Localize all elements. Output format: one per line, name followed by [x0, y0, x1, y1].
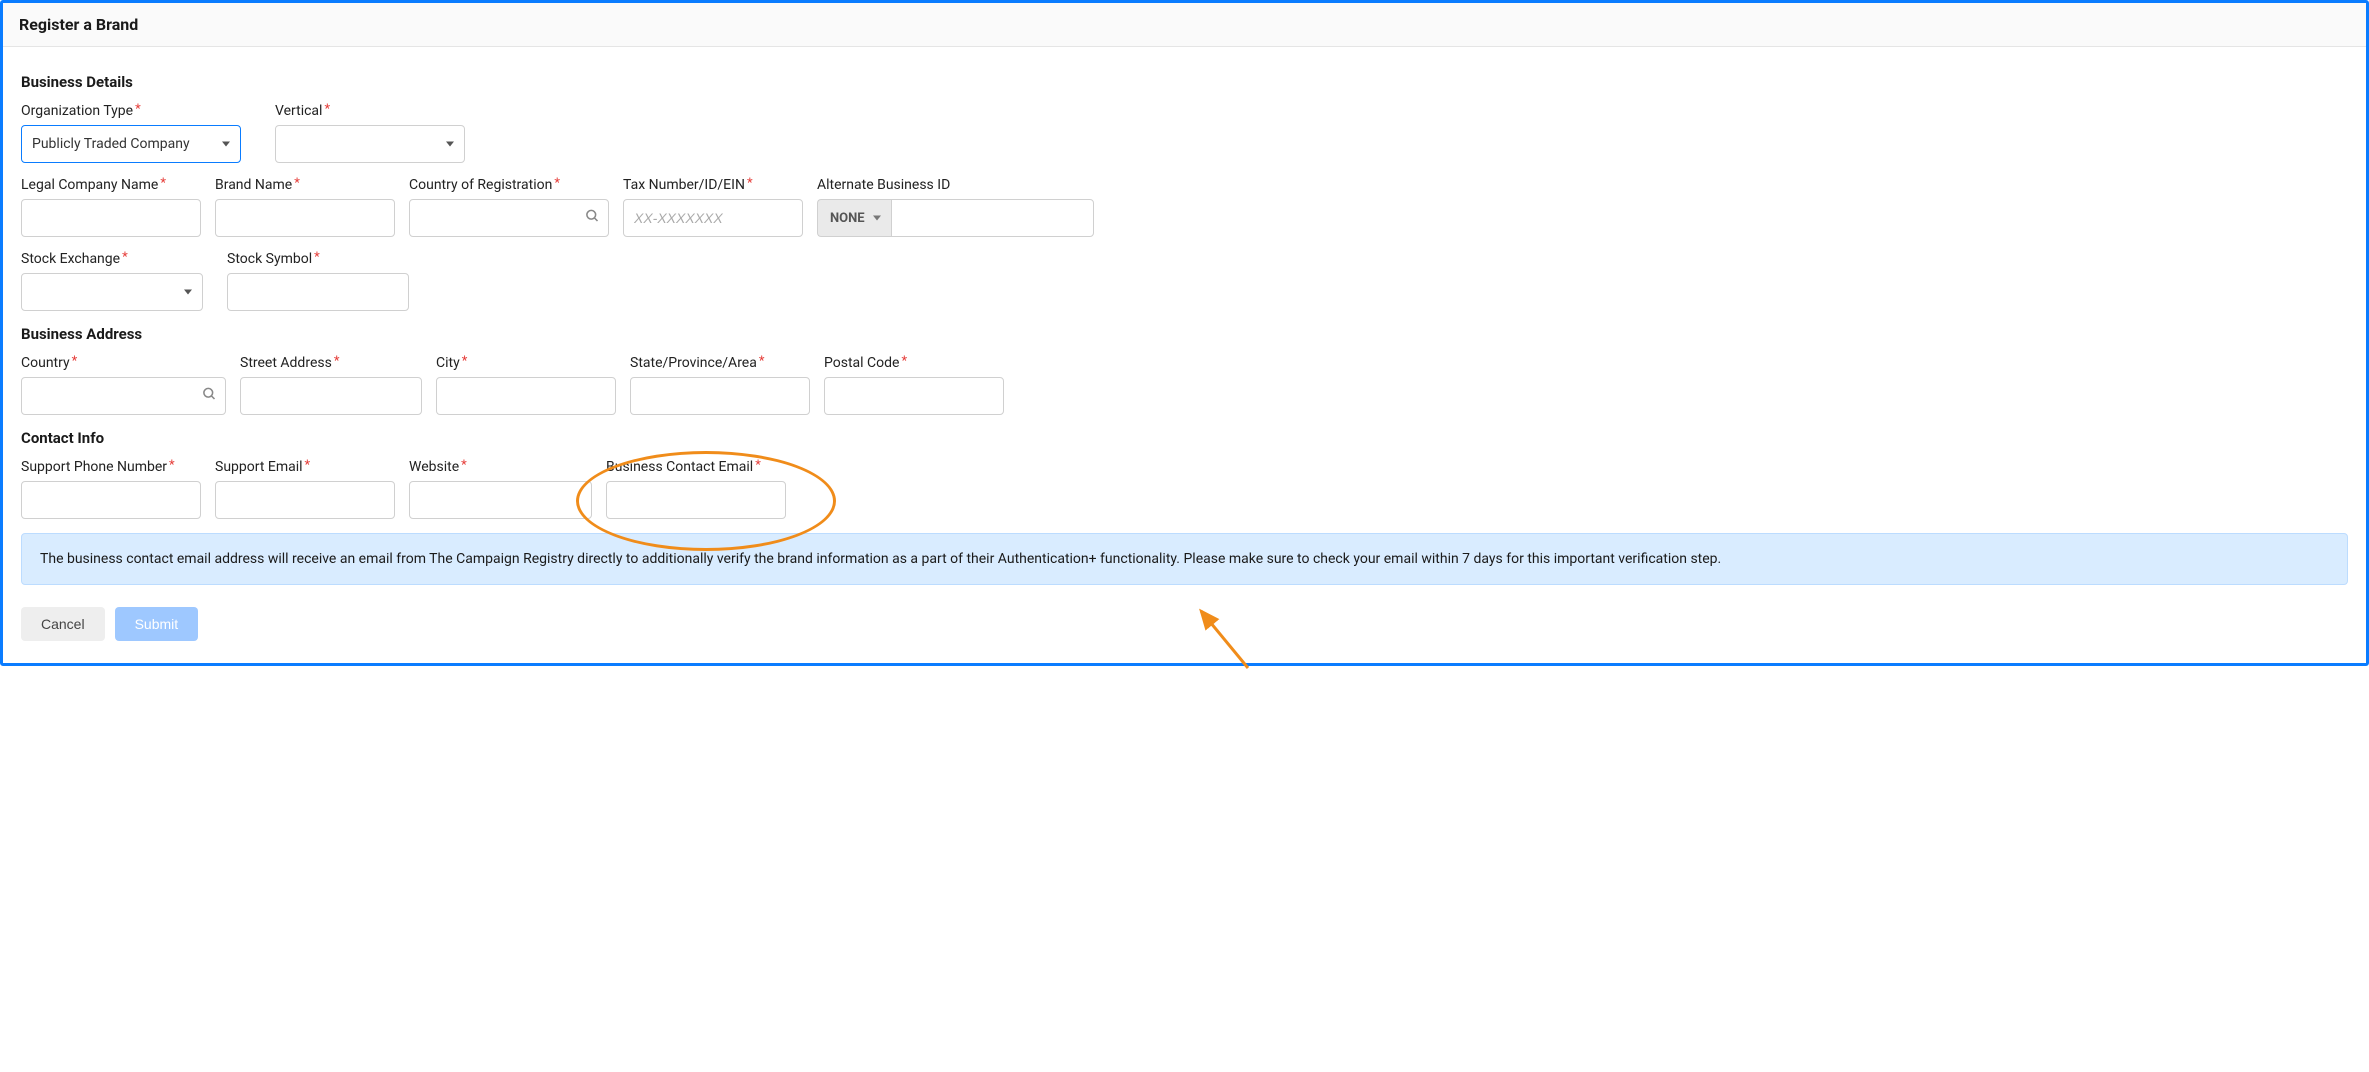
country-label: Country*: [21, 355, 226, 371]
info-text: The business contact email address will …: [40, 549, 2329, 569]
tax-input[interactable]: [623, 199, 803, 237]
org-type-value: Publicly Traded Company: [32, 136, 190, 152]
brand-name-label: Brand Name*: [215, 177, 395, 193]
vertical-label: Vertical*: [275, 103, 465, 119]
stock-exchange-select[interactable]: [21, 273, 203, 311]
brand-name-input[interactable]: [215, 199, 395, 237]
alt-id-input[interactable]: [891, 199, 1094, 237]
street-input[interactable]: [240, 377, 422, 415]
state-input[interactable]: [630, 377, 810, 415]
alt-id-type-value: NONE: [830, 211, 865, 226]
register-brand-form: Register a Brand Business Details Organi…: [0, 0, 2369, 666]
tax-label: Tax Number/ID/EIN*: [623, 177, 803, 193]
stock-exchange-label: Stock Exchange*: [21, 251, 203, 267]
form-content: Business Details Organization Type* Publ…: [3, 47, 2366, 663]
city-label: City*: [436, 355, 616, 371]
caret-down-icon: [184, 290, 192, 295]
stock-symbol-input[interactable]: [227, 273, 409, 311]
country-reg-label: Country of Registration*: [409, 177, 609, 193]
org-type-label: Organization Type*: [21, 103, 241, 119]
website-label: Website*: [409, 459, 592, 475]
legal-name-input[interactable]: [21, 199, 201, 237]
postal-input[interactable]: [824, 377, 1004, 415]
info-callout: The business contact email address will …: [21, 533, 2348, 585]
caret-down-icon: [446, 142, 454, 147]
biz-email-input[interactable]: [606, 481, 786, 519]
vertical-select[interactable]: [275, 125, 465, 163]
caret-down-icon: [873, 216, 881, 221]
org-type-select[interactable]: Publicly Traded Company: [21, 125, 241, 163]
section-contact-info: Contact Info: [21, 429, 2348, 447]
form-title: Register a Brand: [19, 15, 2350, 34]
support-phone-input[interactable]: [21, 481, 201, 519]
street-label: Street Address*: [240, 355, 422, 371]
country-reg-search[interactable]: [409, 199, 609, 237]
search-icon: [585, 209, 600, 228]
submit-button[interactable]: Submit: [115, 607, 199, 641]
postal-label: Postal Code*: [824, 355, 1004, 371]
cancel-button[interactable]: Cancel: [21, 607, 105, 641]
support-email-input[interactable]: [215, 481, 395, 519]
country-search[interactable]: [21, 377, 226, 415]
section-business-address: Business Address: [21, 325, 2348, 343]
support-phone-label: Support Phone Number*: [21, 459, 201, 475]
city-input[interactable]: [436, 377, 616, 415]
caret-down-icon: [222, 142, 230, 147]
search-icon: [202, 387, 217, 406]
alt-id-type-select[interactable]: NONE: [817, 199, 891, 237]
state-label: State/Province/Area*: [630, 355, 810, 371]
biz-email-label: Business Contact Email*: [606, 459, 786, 475]
support-email-label: Support Email*: [215, 459, 395, 475]
form-header: Register a Brand: [3, 3, 2366, 47]
website-input[interactable]: [409, 481, 592, 519]
alt-id-label: Alternate Business ID: [817, 177, 1079, 193]
legal-name-label: Legal Company Name*: [21, 177, 201, 193]
stock-symbol-label: Stock Symbol*: [227, 251, 409, 267]
section-business-details: Business Details: [21, 73, 2348, 91]
